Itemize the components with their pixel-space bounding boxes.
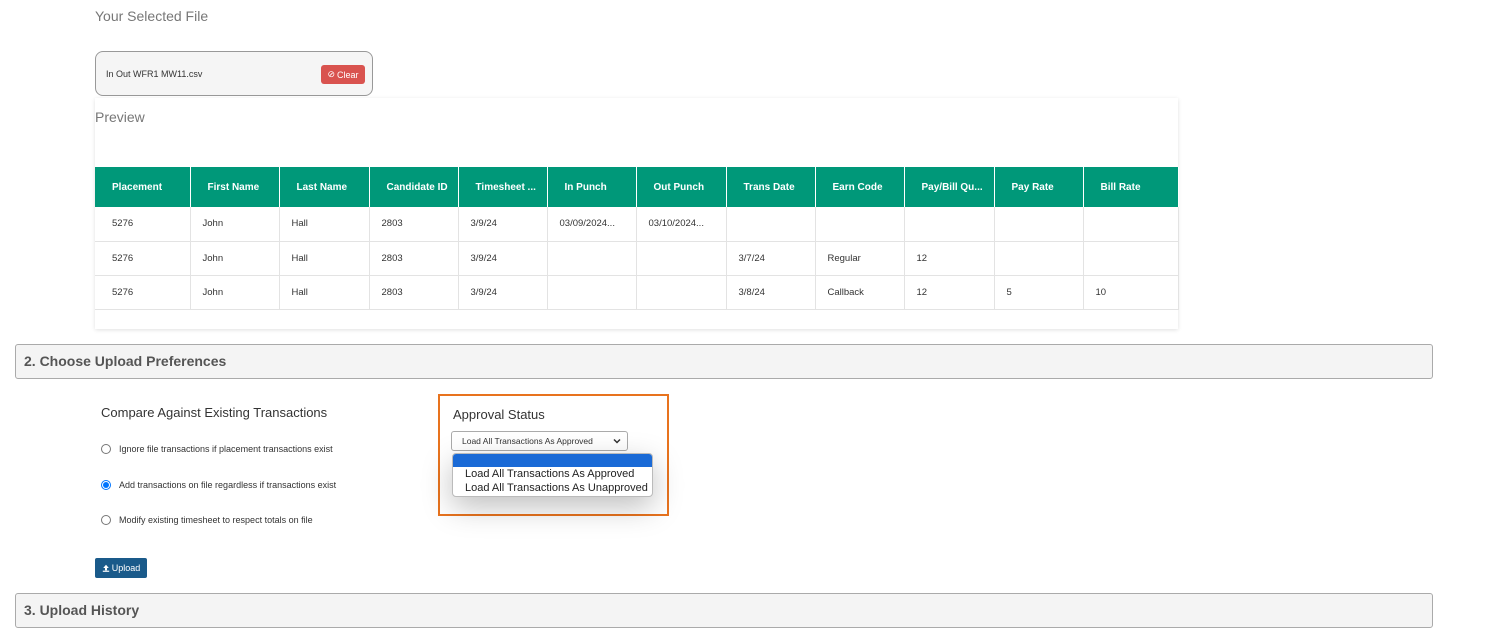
table-cell: 12 xyxy=(904,241,995,276)
preview-panel: Preview Placement First Name Last Name C… xyxy=(95,98,1179,329)
clear-button-label: Clear xyxy=(337,69,359,80)
table-cell xyxy=(636,241,727,276)
radio-modify-label: Modify existing timesheet to respect tot… xyxy=(119,515,313,525)
table-cell: 3/8/24 xyxy=(726,275,816,310)
upload-button-label: Upload xyxy=(111,563,141,573)
table-cell xyxy=(726,207,816,242)
radio-add-transactions[interactable]: Add transactions on file regardless if t… xyxy=(101,480,336,490)
table-cell: 5276 xyxy=(95,241,191,276)
dropdown-option-approved[interactable]: Load All Transactions As Approved xyxy=(453,467,652,481)
column-header[interactable]: In Punch xyxy=(547,167,637,207)
compare-title: Compare Against Existing Transactions xyxy=(101,405,328,420)
preview-title: Preview xyxy=(95,109,145,125)
table-header-row: Placement First Name Last Name Candidate… xyxy=(95,167,1179,207)
file-name: In Out WFR1 MW11.csv xyxy=(106,69,203,79)
column-header[interactable]: Pay Rate xyxy=(994,167,1084,207)
column-header[interactable]: Placement xyxy=(95,167,191,207)
clear-button[interactable]: ⊘ Clear xyxy=(321,65,365,84)
column-header[interactable]: Last Name xyxy=(279,167,370,207)
table-cell xyxy=(994,207,1084,242)
table-cell xyxy=(1083,207,1179,242)
column-header[interactable]: Trans Date xyxy=(726,167,816,207)
table-cell: 03/10/2024... xyxy=(636,207,727,242)
radio-modify-timesheet[interactable]: Modify existing timesheet to respect tot… xyxy=(101,515,313,525)
table-cell: 3/9/24 xyxy=(458,207,548,242)
table-row: 5276 John Hall 2803 3/9/24 03/09/2024...… xyxy=(95,207,1179,242)
approval-dropdown-list: Load All Transactions As Approved Load A… xyxy=(452,453,653,497)
table-cell: 2803 xyxy=(369,207,459,242)
selected-file-box: In Out WFR1 MW11.csv ⊘ Clear xyxy=(95,51,373,96)
table-cell xyxy=(994,241,1084,276)
table-cell: Hall xyxy=(279,241,370,276)
approval-status-title: Approval Status xyxy=(453,407,545,422)
table-cell xyxy=(815,207,905,242)
table-cell: John xyxy=(190,207,280,242)
column-header[interactable]: First Name xyxy=(190,167,280,207)
upload-icon xyxy=(102,564,109,572)
table-cell xyxy=(636,275,727,310)
selected-file-title: Your Selected File xyxy=(95,8,209,24)
table-cell: John xyxy=(190,241,280,276)
radio-add-input[interactable] xyxy=(101,480,111,490)
table-cell: Hall xyxy=(279,207,370,242)
table-row: 5276 John Hall 2803 3/9/24 3/8/24 Callba… xyxy=(95,275,1179,310)
dropdown-highlight xyxy=(453,454,652,467)
table-cell: 10 xyxy=(1083,275,1179,310)
table-cell: John xyxy=(190,275,280,310)
table-cell: Hall xyxy=(279,275,370,310)
column-header[interactable]: Pay/Bill Qu... xyxy=(904,167,995,207)
radio-ignore-label: Ignore file transactions if placement tr… xyxy=(119,444,333,454)
table-cell: 3/9/24 xyxy=(458,241,548,276)
ban-icon: ⊘ xyxy=(327,69,336,79)
upload-preferences-header[interactable]: 2. Choose Upload Preferences xyxy=(15,344,1433,379)
upload-button[interactable]: Upload xyxy=(95,558,147,578)
radio-ignore-input[interactable] xyxy=(101,444,111,454)
chevron-down-icon xyxy=(613,438,621,444)
approval-selected-value: Load All Transactions As Approved xyxy=(462,436,593,446)
radio-add-label: Add transactions on file regardless if t… xyxy=(119,480,337,490)
table-cell: 2803 xyxy=(369,275,459,310)
table-cell: 03/09/2024... xyxy=(547,207,637,242)
table-cell xyxy=(904,207,995,242)
table-cell: 5 xyxy=(994,275,1084,310)
upload-history-header[interactable]: 3. Upload History xyxy=(15,593,1433,628)
table-cell: 12 xyxy=(904,275,995,310)
approval-status-box: Approval Status Load All Transactions As… xyxy=(438,394,669,516)
column-header[interactable]: Earn Code xyxy=(815,167,905,207)
table-row: 5276 John Hall 2803 3/9/24 3/7/24 Regula… xyxy=(95,241,1179,276)
table-cell: 5276 xyxy=(95,275,191,310)
column-header[interactable]: Out Punch xyxy=(636,167,727,207)
preview-table: Placement First Name Last Name Candidate… xyxy=(95,167,1179,310)
table-cell: 3/9/24 xyxy=(458,275,548,310)
column-header[interactable]: Candidate ID xyxy=(369,167,459,207)
radio-ignore-transactions[interactable]: Ignore file transactions if placement tr… xyxy=(101,444,333,454)
column-header[interactable]: Bill Rate xyxy=(1083,167,1179,207)
table-cell xyxy=(1083,241,1179,276)
table-cell xyxy=(547,275,637,310)
table-cell: Regular xyxy=(815,241,905,276)
table-cell: Callback xyxy=(815,275,905,310)
radio-modify-input[interactable] xyxy=(101,515,111,525)
column-header[interactable]: Timesheet ... xyxy=(458,167,548,207)
table-cell: 3/7/24 xyxy=(726,241,816,276)
dropdown-option-unapproved[interactable]: Load All Transactions As Unapproved xyxy=(453,481,652,495)
table-cell: 5276 xyxy=(95,207,191,242)
table-cell xyxy=(547,241,637,276)
approval-status-select[interactable]: Load All Transactions As Approved xyxy=(451,431,628,451)
table-cell: 2803 xyxy=(369,241,459,276)
